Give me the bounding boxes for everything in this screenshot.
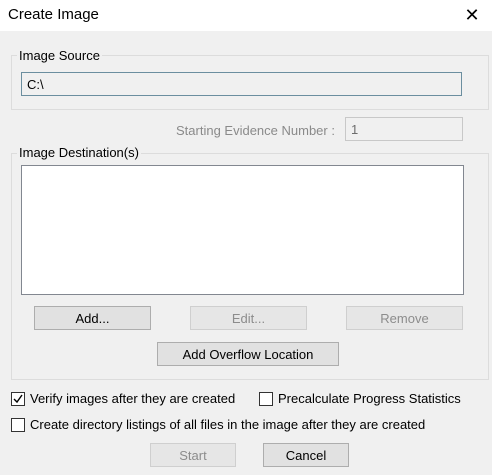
precalculate-progress-label: Precalculate Progress Statistics xyxy=(278,391,461,406)
remove-button[interactable]: Remove xyxy=(346,306,463,330)
evidence-number-label: Starting Evidence Number : xyxy=(176,123,335,138)
checkbox-box xyxy=(11,417,25,432)
add-overflow-location-button[interactable]: Add Overflow Location xyxy=(157,342,339,366)
window-title: Create Image xyxy=(8,6,99,23)
directory-listings-checkbox[interactable]: Create directory listings of all files i… xyxy=(11,417,425,432)
cancel-button[interactable]: Cancel xyxy=(263,443,349,467)
checkbox-box xyxy=(11,391,25,406)
add-button[interactable]: Add... xyxy=(34,306,151,330)
close-icon[interactable]: ✕ xyxy=(452,0,492,31)
precalculate-progress-checkbox[interactable]: Precalculate Progress Statistics xyxy=(259,391,461,406)
destination-list[interactable] xyxy=(21,165,464,295)
edit-button[interactable]: Edit... xyxy=(190,306,307,330)
verify-images-checkbox[interactable]: Verify images after they are created xyxy=(11,391,235,406)
image-source-legend: Image Source xyxy=(17,48,102,63)
image-source-field[interactable]: C:\ xyxy=(21,72,462,96)
start-button[interactable]: Start xyxy=(150,443,236,467)
checkmark-icon xyxy=(13,394,23,403)
verify-images-label: Verify images after they are created xyxy=(30,391,236,406)
evidence-number-field[interactable]: 1 xyxy=(345,117,463,141)
title-bar: Create Image ✕ xyxy=(0,0,492,31)
image-destination-legend: Image Destination(s) xyxy=(17,145,141,160)
directory-listings-label: Create directory listings of all files i… xyxy=(30,417,426,432)
checkbox-box xyxy=(259,391,273,406)
